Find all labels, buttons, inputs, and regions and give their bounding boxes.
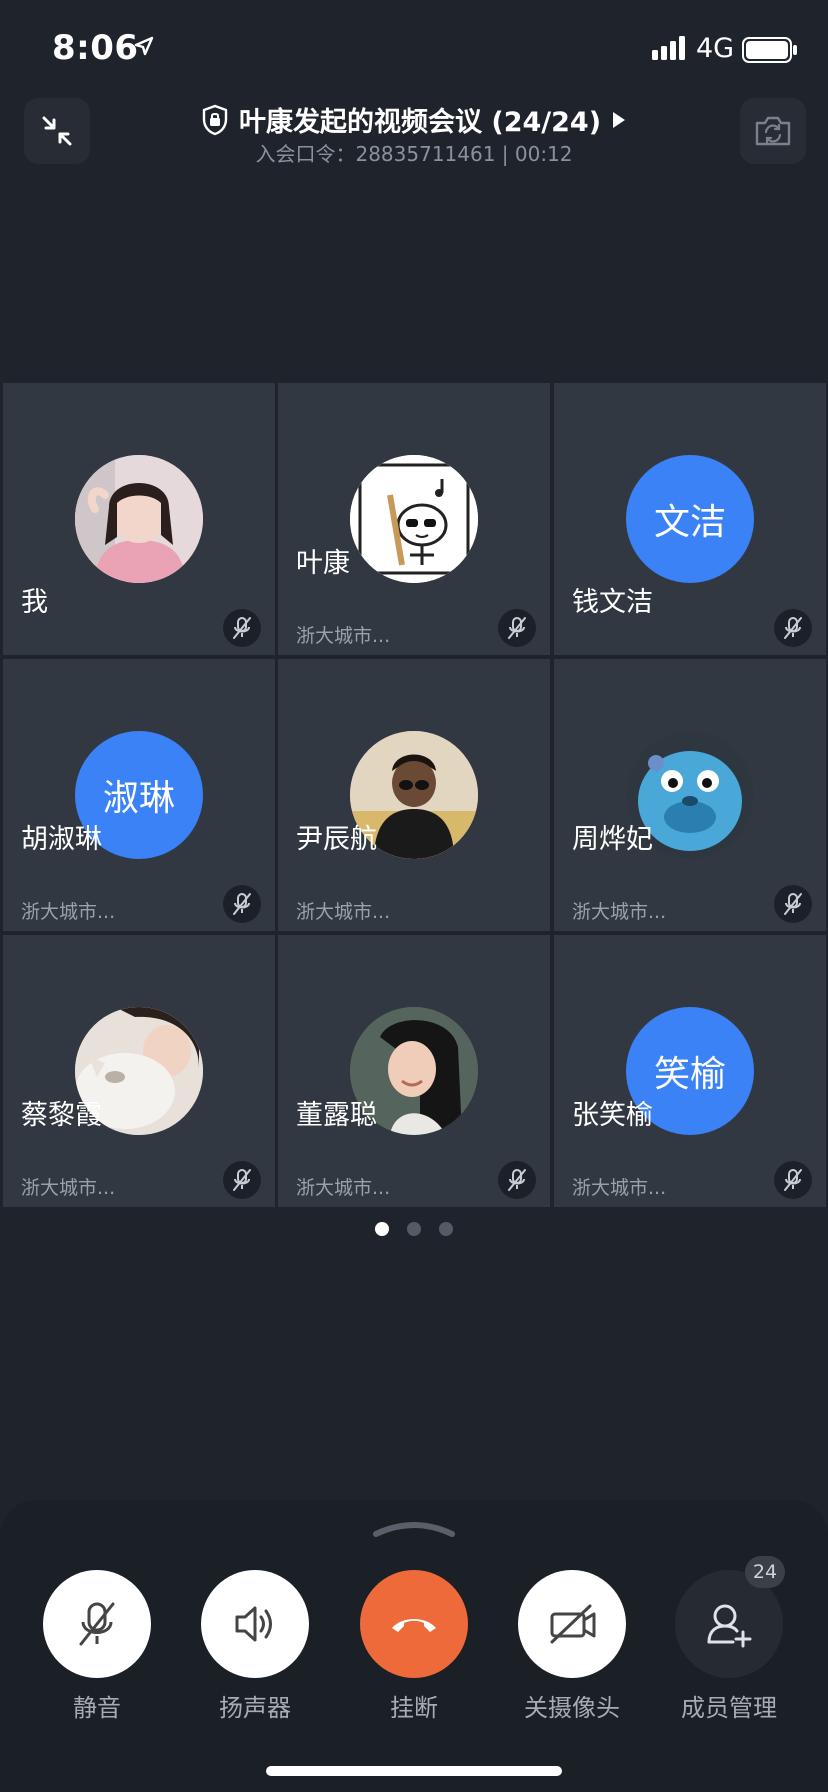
participant-org: 浙大城市... xyxy=(296,1177,391,1199)
mic-off-icon xyxy=(79,1602,115,1646)
panel-expand-handle-icon[interactable] xyxy=(372,1518,456,1538)
camera-control[interactable]: 关摄像头 xyxy=(517,1570,627,1723)
photo-girl-pink-shirt-icon xyxy=(75,455,203,583)
mic-off-icon xyxy=(233,1169,251,1191)
mic-muted-indicator xyxy=(774,885,812,923)
mic-off-icon xyxy=(784,617,802,639)
participant-tile[interactable]: 笑榆 张笑榆 浙大城市... xyxy=(554,935,826,1207)
mic-muted-indicator xyxy=(774,609,812,647)
location-arrow-icon xyxy=(134,36,154,56)
play-triangle-icon xyxy=(613,111,626,128)
participant-name: 尹辰航 xyxy=(296,824,377,855)
cartoon-sunglasses-icon xyxy=(350,455,478,583)
camera-off-icon xyxy=(550,1604,596,1644)
member-management-label: 成员管理 xyxy=(681,1694,777,1722)
mic-muted-indicator xyxy=(223,885,261,923)
participant-tile[interactable]: 蔡黎霞 浙大城市... xyxy=(3,935,275,1207)
speaker-control[interactable]: 扬声器 xyxy=(200,1570,310,1723)
meeting-title-bar[interactable]: 叶康发起的视频会议 (24/24) xyxy=(0,100,828,139)
status-bar: 8:06 4G xyxy=(0,0,828,100)
participant-org: 浙大城市... xyxy=(21,1177,116,1199)
speaker-label: 扬声器 xyxy=(219,1694,291,1722)
members-control[interactable]: 24 成员管理 xyxy=(674,1556,785,1723)
hangup-control[interactable]: 挂断 xyxy=(359,1570,469,1723)
mic-off-icon xyxy=(508,1169,526,1191)
speaker-icon xyxy=(235,1606,272,1642)
mute-button[interactable] xyxy=(43,1570,151,1678)
network-type: 4G xyxy=(696,33,735,64)
avatar xyxy=(75,455,203,583)
hangup-button[interactable] xyxy=(360,1570,468,1678)
page-dot-2[interactable] xyxy=(407,1222,421,1236)
mic-off-icon xyxy=(784,893,802,915)
participant-tile[interactable]: 董露聪 浙大城市... xyxy=(278,935,550,1207)
meeting-title: 叶康发起的视频会议 (24/24) xyxy=(238,107,602,138)
participant-name: 胡淑琳 xyxy=(21,824,102,855)
participant-org: 浙大城市... xyxy=(296,901,391,923)
status-time: 8:06 xyxy=(52,28,139,68)
camera-off-button[interactable] xyxy=(518,1570,626,1678)
participant-name: 周烨妃 xyxy=(572,824,653,855)
control-panel: 静音 扬声器 挂断 关摄像头 24 成员管理 xyxy=(0,1500,828,1792)
signal-strength-icon xyxy=(652,36,685,60)
mic-muted-indicator xyxy=(498,609,536,647)
page-dot-1[interactable] xyxy=(375,1222,389,1236)
camera-flip-icon xyxy=(755,116,791,146)
participant-tile[interactable]: 周烨妃 浙大城市... xyxy=(554,659,826,931)
mic-muted-indicator xyxy=(774,1161,812,1199)
mic-off-icon xyxy=(784,1169,802,1191)
participant-name: 蔡黎霞 xyxy=(21,1100,102,1131)
page-indicator[interactable] xyxy=(0,1222,828,1236)
mic-muted-indicator xyxy=(223,609,261,647)
mute-label: 静音 xyxy=(73,1694,121,1722)
participant-org: 浙大城市... xyxy=(572,1177,667,1199)
participant-name: 张笑榆 xyxy=(572,1100,653,1131)
switch-camera-button[interactable] xyxy=(740,98,806,164)
participant-tile[interactable]: 叶康 浙大城市... xyxy=(278,383,550,655)
participant-tile[interactable]: 我 xyxy=(3,383,275,655)
participant-name: 我 xyxy=(21,587,48,618)
participant-tile[interactable]: 文洁 钱文洁 xyxy=(554,383,826,655)
member-management-button[interactable]: 24 xyxy=(675,1556,785,1678)
participant-tile[interactable]: 尹辰航 浙大城市... xyxy=(278,659,550,931)
meeting-code-and-duration: 入会口令：28835711461 | 00:12 xyxy=(255,142,573,166)
avatar: 文洁 xyxy=(626,455,754,583)
participant-org: 浙大城市... xyxy=(296,625,391,647)
battery-icon xyxy=(742,37,797,63)
camera-off-label: 关摄像头 xyxy=(524,1694,620,1722)
participant-name: 钱文洁 xyxy=(572,587,653,618)
mute-control[interactable]: 静音 xyxy=(42,1570,152,1723)
avatar xyxy=(350,455,478,583)
hangup-phone-icon xyxy=(392,1619,436,1632)
mic-off-icon xyxy=(508,617,526,639)
mic-off-icon xyxy=(233,617,251,639)
mic-muted-indicator xyxy=(223,1161,261,1199)
home-indicator[interactable] xyxy=(266,1766,562,1776)
mic-muted-indicator xyxy=(498,1161,536,1199)
participant-name: 叶康 xyxy=(296,548,350,579)
hangup-label: 挂断 xyxy=(390,1694,438,1722)
shield-lock-icon xyxy=(202,104,228,135)
participant-org: 浙大城市... xyxy=(21,901,116,923)
add-user-icon xyxy=(707,1604,752,1648)
participant-tile[interactable]: 淑琳 胡淑琳 浙大城市... xyxy=(3,659,275,931)
page-dot-3[interactable] xyxy=(439,1222,453,1236)
member-count-badge: 24 xyxy=(745,1556,785,1588)
participant-name: 董露聪 xyxy=(296,1100,377,1131)
speaker-button[interactable] xyxy=(201,1570,309,1678)
mic-off-icon xyxy=(233,893,251,915)
participant-org: 浙大城市... xyxy=(572,901,667,923)
